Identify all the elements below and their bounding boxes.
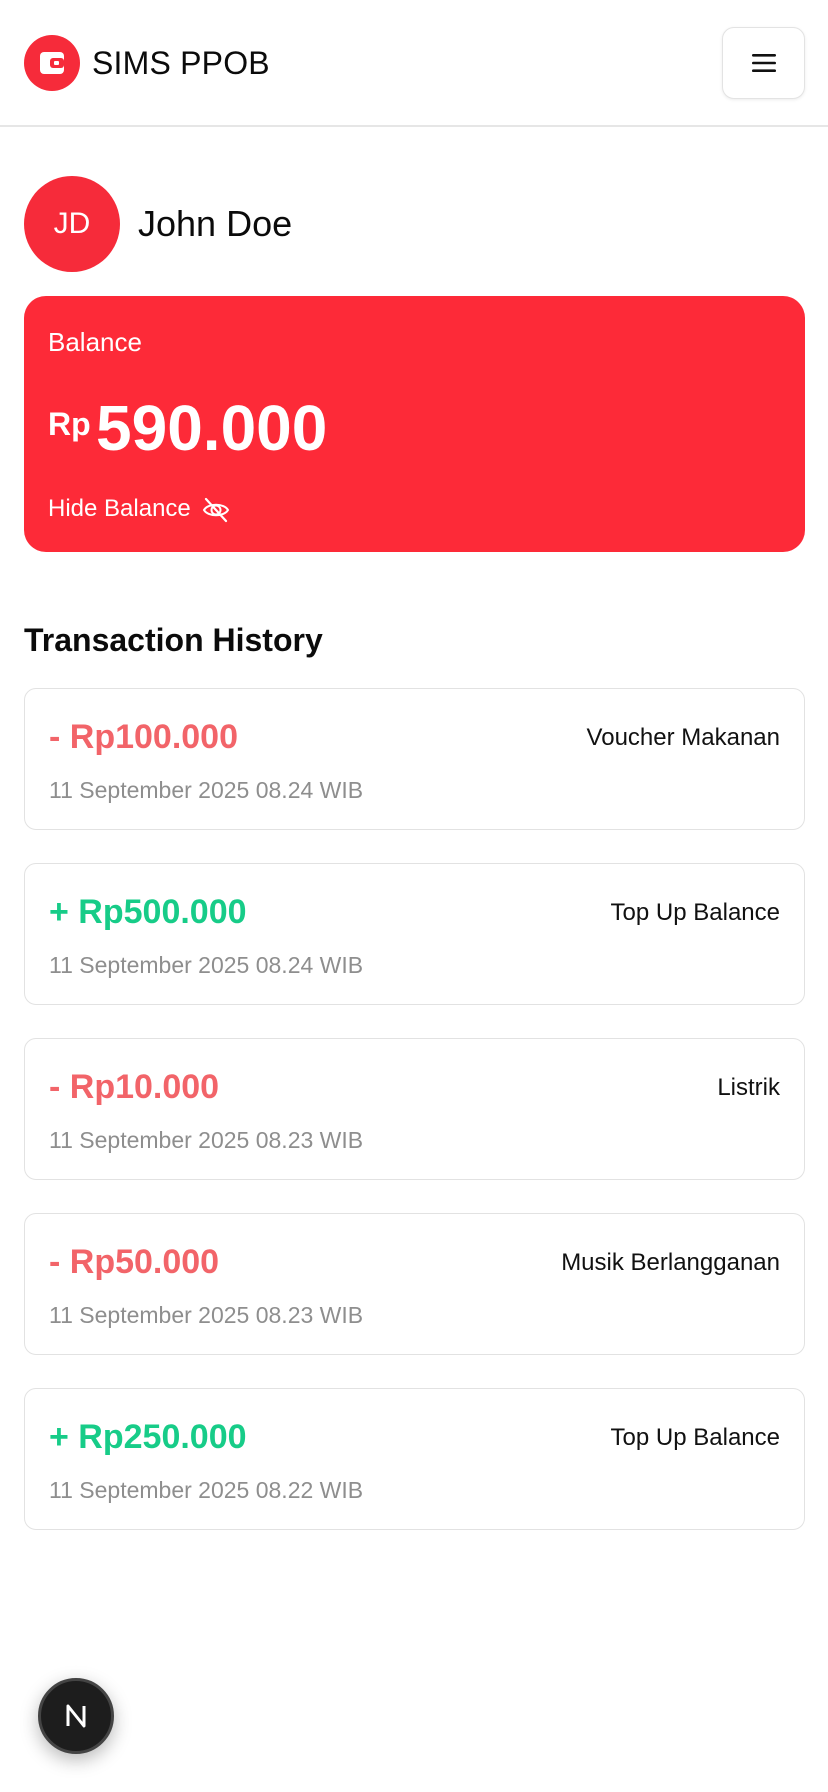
transaction-item[interactable]: - Rp50.000 Musik Berlangganan 11 Septemb… <box>24 1213 805 1355</box>
transaction-description: Musik Berlangganan <box>561 1249 780 1276</box>
transaction-date: 11 September 2025 08.23 WIB <box>49 1127 364 1153</box>
transaction-amount: - Rp10.000 <box>49 1068 220 1106</box>
transaction-item[interactable]: + Rp500.000 Top Up Balance 11 September … <box>24 863 805 1005</box>
app-title[interactable]: SIMS PPOB <box>92 44 270 82</box>
transaction-list: - Rp100.000 Voucher Makanan 11 September… <box>24 688 805 1563</box>
transaction-date: 11 September 2025 08.22 WIB <box>49 1477 364 1503</box>
transaction-amount: - Rp50.000 <box>49 1243 220 1281</box>
balance-amount: 590.000 <box>96 392 328 464</box>
transaction-history-title: Transaction History <box>24 622 323 658</box>
hide-balance-label: Hide Balance <box>48 495 191 522</box>
transaction-description: Voucher Makanan <box>586 724 780 751</box>
transaction-date: 11 September 2025 08.24 WIB <box>49 952 364 978</box>
transaction-description: Listrik <box>717 1074 780 1101</box>
transaction-description: Top Up Balance <box>610 899 780 926</box>
user-name: John Doe <box>138 203 293 244</box>
hide-balance-button[interactable]: Hide Balance <box>48 492 231 526</box>
transaction-amount: + Rp250.000 <box>49 1418 247 1456</box>
wallet-icon[interactable] <box>24 35 80 91</box>
transaction-date: 11 September 2025 08.24 WIB <box>49 777 364 803</box>
dev-tools-button[interactable] <box>38 1678 114 1754</box>
transaction-amount: - Rp100.000 <box>49 718 238 756</box>
balance-label: Balance <box>48 327 142 357</box>
transaction-date: 11 September 2025 08.23 WIB <box>49 1302 364 1328</box>
hamburger-menu-icon <box>752 54 776 72</box>
balance-card: Balance Rp 590.000 Hide Balance <box>24 296 805 552</box>
transaction-item[interactable]: + Rp250.000 Top Up Balance 11 September … <box>24 1388 805 1530</box>
balance-currency: Rp <box>48 406 91 442</box>
app-header: SIMS PPOB <box>0 0 828 127</box>
transaction-description: Top Up Balance <box>610 1424 780 1451</box>
transaction-item[interactable]: - Rp10.000 Listrik 11 September 2025 08.… <box>24 1038 805 1180</box>
avatar: JD <box>24 176 120 272</box>
eye-off-icon <box>202 497 229 523</box>
transaction-amount: + Rp500.000 <box>49 893 247 931</box>
menu-button[interactable] <box>722 27 805 99</box>
nextjs-icon <box>66 1704 86 1728</box>
page: SIMS PPOB JD John Doe Balance Rp 590.000… <box>0 0 828 1792</box>
transaction-item[interactable]: - Rp100.000 Voucher Makanan 11 September… <box>24 688 805 830</box>
